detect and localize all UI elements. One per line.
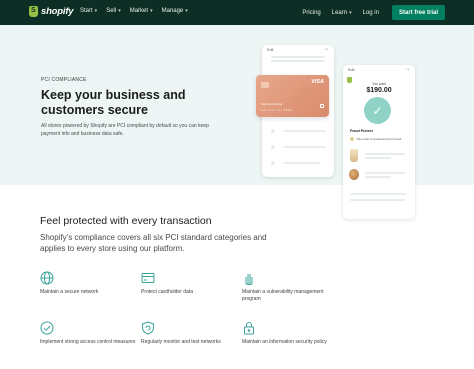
fraud-protect-title: Fraud Protect xyxy=(350,129,373,133)
chevron-down-icon: ▾ xyxy=(118,8,121,14)
placeholder-line xyxy=(350,199,406,201)
hero-headline: Keep your business and customers secure xyxy=(41,88,186,117)
section-subtitle: Shopify’s compliance covers all six PCI … xyxy=(40,233,267,253)
feature-item: Implement strong access control measures xyxy=(40,321,140,346)
pricing-link[interactable]: Pricing xyxy=(302,10,320,16)
feature-item: Maintain a vulnerability management prog… xyxy=(242,271,342,303)
status-icons: ▪▪ xyxy=(324,47,329,51)
card-chip-icon xyxy=(261,82,269,88)
product-thumbnail-drink xyxy=(350,149,358,162)
placeholder-line xyxy=(284,146,326,148)
eyebrow-label: PCI COMPLIANCE xyxy=(41,77,87,83)
menu-item-sell[interactable]: Sell ▾ xyxy=(106,8,121,14)
placeholder-line xyxy=(365,157,391,159)
logo-text: shopify xyxy=(41,6,74,17)
globe-icon xyxy=(40,271,54,285)
feature-label: Maintain an information security policy xyxy=(242,339,327,345)
menu-item-market[interactable]: Market ▾ xyxy=(130,8,153,14)
shopping-bag-icon xyxy=(29,6,38,17)
paid-label: You paid xyxy=(372,82,386,86)
chevron-down-icon: ▾ xyxy=(349,9,352,16)
feature-item: Regularly monitor and test networks xyxy=(141,321,241,346)
menu-label: Sell xyxy=(106,8,117,14)
shield-icon xyxy=(350,137,354,141)
product-thumbnail-pastry xyxy=(349,169,359,180)
credit-card-graphic: VISA Valentina Rivkar •••• •••• •••• 432… xyxy=(256,75,329,117)
placeholder-line xyxy=(284,162,320,164)
learn-label: Learn xyxy=(331,9,348,16)
main-menu: Start ▾ Sell ▾ Market ▾ Manage ▾ xyxy=(80,8,188,14)
fraud-protect-text: This order is protected from Fraud xyxy=(356,137,402,141)
placeholder-dot xyxy=(271,161,275,165)
card-brand: VISA xyxy=(311,79,324,85)
paid-amount: $190.00 xyxy=(366,87,392,94)
card-number: •••• •••• •••• 4321 xyxy=(261,108,293,112)
placeholder-line xyxy=(271,56,325,58)
phone-mockup-receipt: 9:41 ▪▪ You paid $190.00 ✓ Fraud Protect… xyxy=(343,65,415,219)
chevron-down-icon: ▾ xyxy=(185,8,188,14)
hero-section: PCI COMPLIANCE Keep your business and cu… xyxy=(0,25,474,219)
feature-item: Maintain a secure network xyxy=(40,271,140,296)
section-title: Feel protected with every transaction xyxy=(40,215,212,227)
menu-item-start[interactable]: Start ▾ xyxy=(80,8,97,14)
chevron-down-icon: ▾ xyxy=(150,8,153,14)
feature-item: Maintain an information security policy xyxy=(242,321,342,346)
feature-label: Regularly monitor and test networks xyxy=(141,339,221,345)
shopify-logo[interactable]: shopify xyxy=(29,6,74,17)
hero-subtext: All stores powered by Shopify are PCI co… xyxy=(41,123,209,137)
placeholder-line xyxy=(365,176,391,178)
feature-label: Maintain a secure network xyxy=(40,289,99,295)
placeholder-line xyxy=(271,60,325,62)
feature-item: Protect cardholder data xyxy=(141,271,241,296)
lock-icon xyxy=(320,104,324,108)
menu-label: Manage xyxy=(161,8,184,14)
phone-time: 9:41 xyxy=(267,48,274,52)
placeholder-line xyxy=(350,193,406,195)
check-circle-icon xyxy=(40,321,54,335)
phone-time: 9:41 xyxy=(348,68,355,72)
status-icons: ▪▪ xyxy=(405,67,410,71)
feature-label: Protect cardholder data xyxy=(141,289,193,295)
right-nav: Pricing Learn ▾ Log in Start free trial xyxy=(302,0,474,25)
placeholder-line xyxy=(365,153,405,155)
card-icon xyxy=(141,273,155,283)
placeholder-line xyxy=(284,130,326,132)
top-navigation: shopify Start▾ Sell▾ Market▾ Manage▾ Pri… xyxy=(0,0,474,25)
menu-item-manage[interactable]: Manage ▾ xyxy=(162,8,188,14)
fraud-protect-status: This order is protected from Fraud xyxy=(350,137,401,141)
menu-label: Market xyxy=(129,8,149,14)
lock-icon xyxy=(244,322,254,335)
menu-label: Start xyxy=(80,8,93,14)
feature-label: Maintain a vulnerability management prog… xyxy=(242,289,324,302)
refresh-shield-icon xyxy=(142,321,154,335)
chevron-down-icon: ▾ xyxy=(94,8,98,14)
placeholder-line xyxy=(365,172,405,174)
placeholder-dot xyxy=(271,129,275,133)
feature-label: Implement strong access control measures xyxy=(40,339,136,345)
card-holder-name: Valentina Rivkar xyxy=(261,102,283,106)
login-link[interactable]: Log in xyxy=(363,10,379,16)
checkmark-icon: ✓ xyxy=(364,97,391,124)
hand-icon xyxy=(245,274,253,285)
learn-menu[interactable]: Learn ▾ xyxy=(332,10,352,16)
start-free-trial-button[interactable]: Start free trial xyxy=(391,5,445,20)
placeholder-dot xyxy=(271,145,275,149)
